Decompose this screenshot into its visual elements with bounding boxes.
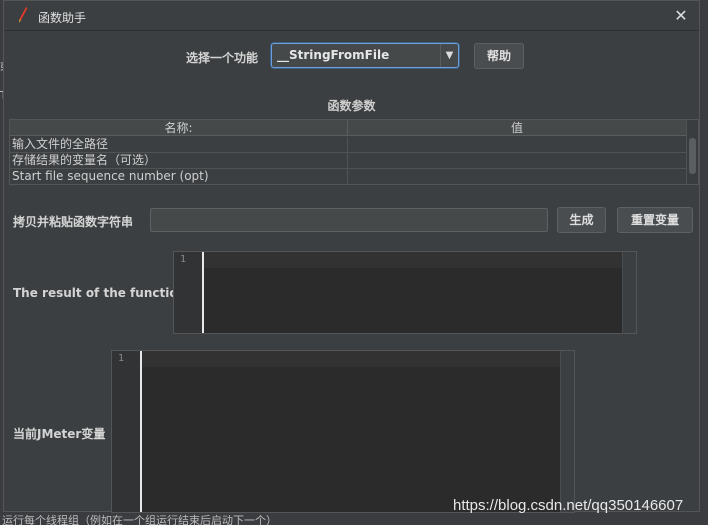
window-title: 函数助手 bbox=[38, 11, 87, 25]
table-row[interactable]: Start file sequence number (opt) bbox=[10, 169, 686, 184]
column-header-name[interactable]: 名称: bbox=[10, 120, 348, 136]
current-line-highlight bbox=[142, 351, 560, 367]
function-helper-dialog: 函数助手 ✕ 选择一个功能 __StringFromFile ▼ 帮助 函数参数… bbox=[3, 0, 700, 513]
function-select-value: __StringFromFile bbox=[277, 48, 390, 62]
generate-button[interactable]: 生成 bbox=[557, 207, 606, 233]
params-section-title: 函数参数 bbox=[327, 99, 376, 113]
params-table-header: 名称: 值 bbox=[10, 120, 686, 136]
jmeter-variables-label: 当前JMeter变量 bbox=[13, 427, 106, 441]
help-button[interactable]: 帮助 bbox=[474, 43, 524, 69]
function-select[interactable]: __StringFromFile ▼ bbox=[271, 43, 459, 68]
text-caret bbox=[202, 252, 204, 333]
editor-scrollbar[interactable] bbox=[622, 252, 636, 333]
background-status-text: 运行每个线程组（例如在一个组运行结束后启动下一个） bbox=[2, 514, 277, 525]
chevron-down-icon[interactable]: ▼ bbox=[440, 44, 458, 67]
table-row[interactable]: 输入文件的全路径 bbox=[10, 137, 686, 153]
watermark-text: https://blog.csdn.net/qq350146607 bbox=[453, 497, 684, 514]
reset-variables-button[interactable]: 重置变量 bbox=[617, 207, 693, 233]
current-line-highlight bbox=[204, 252, 622, 268]
function-select-label: 选择一个功能 bbox=[186, 51, 259, 65]
column-header-value[interactable]: 值 bbox=[348, 120, 686, 136]
text-caret bbox=[140, 351, 142, 512]
params-table-scrollbar[interactable] bbox=[686, 120, 698, 184]
title-bar[interactable]: 函数助手 ✕ bbox=[4, 1, 699, 31]
close-button[interactable]: ✕ bbox=[671, 6, 691, 26]
param-name-cell: 存储结果的变量名（可选） bbox=[10, 153, 348, 169]
table-row[interactable]: 存储结果的变量名（可选） bbox=[10, 153, 686, 169]
jmeter-variables-editor[interactable]: 1 bbox=[111, 350, 575, 513]
function-string-input[interactable] bbox=[150, 208, 548, 232]
editor-scrollbar[interactable] bbox=[560, 351, 574, 512]
param-name-cell: 输入文件的全路径 bbox=[10, 137, 348, 153]
background-app-right bbox=[700, 0, 708, 525]
param-value-cell[interactable] bbox=[348, 169, 686, 184]
line-number: 1 bbox=[180, 254, 187, 265]
jmeter-feather-icon bbox=[19, 7, 28, 23]
param-value-cell[interactable] bbox=[348, 137, 686, 153]
close-icon: ✕ bbox=[674, 6, 688, 25]
copy-paste-label: 拷贝并粘贴函数字符串 bbox=[13, 215, 134, 229]
line-gutter: 1 bbox=[174, 252, 202, 333]
line-number: 1 bbox=[118, 353, 125, 364]
param-name-cell: Start file sequence number (opt) bbox=[10, 169, 348, 184]
scrollbar-thumb[interactable] bbox=[689, 138, 696, 174]
result-editor[interactable]: 1 bbox=[173, 251, 637, 334]
line-gutter: 1 bbox=[112, 351, 140, 512]
param-value-cell[interactable] bbox=[348, 153, 686, 169]
params-table[interactable]: 名称: 值 输入文件的全路径 存储结果的变量名（可选） Start file s… bbox=[9, 119, 699, 185]
